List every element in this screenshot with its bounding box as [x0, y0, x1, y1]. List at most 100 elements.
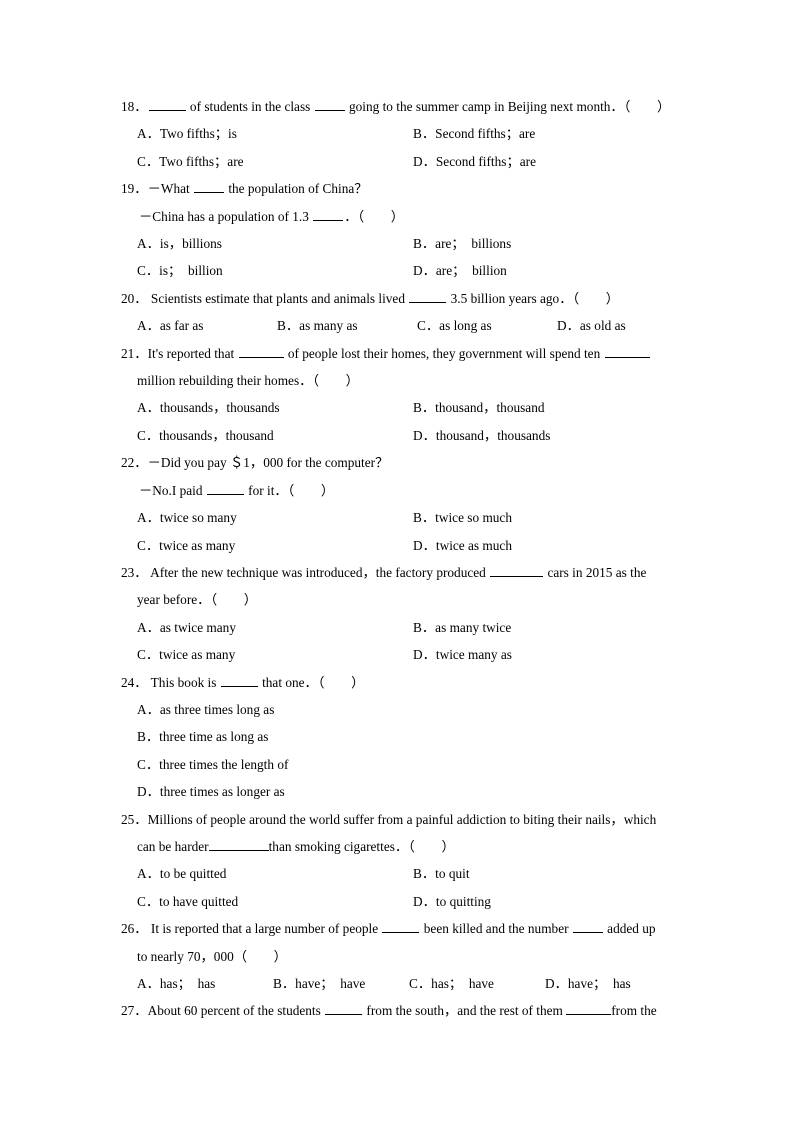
question-19-options-row-1: A．is，billions B．are； billions [121, 230, 682, 257]
option-label: C． [137, 537, 160, 553]
option-26-b[interactable]: B．have； have [273, 970, 409, 997]
option-text: as many as [299, 318, 358, 334]
option-text: twice so much [435, 510, 512, 526]
option-label: A． [137, 510, 160, 526]
blank-field[interactable] [206, 481, 244, 495]
question-24-stem: 24． This book is that one．（ ） [121, 669, 682, 696]
option-text: Second fifths；are [435, 126, 536, 142]
option-21-b[interactable]: B．thousand，thousand [413, 394, 545, 421]
question-22-options-row-1: A．twice so many B．twice so much [121, 504, 682, 531]
option-20-c[interactable]: C．as long as [417, 312, 557, 339]
answer-parenthesis[interactable]: （ ） [318, 675, 365, 690]
question-24-number: 24． [121, 674, 148, 690]
option-24-d[interactable]: D．three times as longer as [121, 778, 682, 805]
option-label: D． [137, 784, 160, 800]
option-18-b[interactable]: B．Second fifths；are [413, 120, 535, 147]
blank-field[interactable] [208, 838, 269, 851]
option-19-a[interactable]: A．is，billions [137, 230, 413, 257]
option-25-a[interactable]: A．to be quitted [137, 860, 413, 887]
option-text: has； have [431, 976, 494, 991]
answer-parenthesis[interactable]: （ ） [358, 209, 405, 224]
question-26-stem: 26． It is reported that a large number o… [121, 915, 682, 942]
option-24-b[interactable]: B．three time as long as [121, 723, 682, 750]
option-18-c[interactable]: C．Two fifths；are [137, 148, 413, 175]
question-22: 22．－Did you pay ＄1，000 for the computer？… [121, 449, 682, 559]
option-19-d[interactable]: D．are； billion [413, 257, 507, 284]
question-20-stem: 20． Scientists estimate that plants and … [121, 285, 682, 312]
option-text: thousands，thousands [159, 400, 280, 416]
blank-field[interactable] [572, 920, 603, 934]
stem-text: Millions of people around the world suff… [147, 811, 657, 827]
stem-text: After the new technique was introduced，t… [147, 564, 490, 580]
option-23-c[interactable]: C．twice as many [137, 641, 413, 668]
answer-parenthesis[interactable]: （ ） [408, 839, 455, 854]
option-text: is； billion [159, 263, 223, 279]
option-text: are； billion [435, 263, 507, 279]
blank-field[interactable] [194, 180, 225, 194]
question-25: 25．Millions of people around the world s… [121, 806, 682, 916]
blank-field[interactable] [313, 207, 344, 221]
answer-parenthesis[interactable]: （ ） [210, 592, 257, 607]
blank-field[interactable] [220, 673, 258, 687]
stem-text: Scientists estimate that plants and anim… [147, 290, 409, 306]
option-text: as twice many [159, 619, 236, 635]
option-label: D． [413, 263, 436, 279]
question-19-number: 19． [121, 181, 148, 197]
option-22-d[interactable]: D．twice as much [413, 532, 512, 559]
question-25-stem: 25．Millions of people around the world s… [121, 806, 682, 833]
option-text: twice so many [159, 510, 237, 526]
stem-text: to nearly 70，000 [137, 948, 234, 964]
option-20-b[interactable]: B．as many as [277, 312, 417, 339]
option-23-a[interactable]: A．as twice many [137, 614, 413, 641]
option-23-b[interactable]: B．as many twice [413, 614, 511, 641]
option-25-b[interactable]: B．to quit [413, 860, 470, 887]
option-24-a[interactable]: A．as three times long as [121, 696, 682, 723]
option-label: C． [137, 647, 160, 663]
option-25-c[interactable]: C．to have quitted [137, 888, 413, 915]
option-21-a[interactable]: A．thousands，thousands [137, 394, 413, 421]
option-19-c[interactable]: C．is； billion [137, 257, 413, 284]
blank-field[interactable] [314, 98, 345, 111]
option-25-d[interactable]: D．to quitting [413, 888, 491, 915]
answer-parenthesis[interactable]: （ ） [288, 483, 335, 498]
answer-parenthesis[interactable]: （ ） [312, 373, 359, 388]
option-21-c[interactable]: C．thousands，thousand [137, 422, 413, 449]
question-26: 26． It is reported that a large number o… [121, 915, 682, 997]
blank-field[interactable] [566, 1002, 612, 1016]
option-22-c[interactable]: C．twice as many [137, 532, 413, 559]
stem-text: that one． [258, 674, 318, 690]
question-18-options-row-1: A．Two fifths；is B．Second fifths；are [121, 120, 682, 147]
option-label: A． [137, 400, 160, 416]
stem-text: About 60 percent of the students [147, 1003, 325, 1019]
option-26-a[interactable]: A．has； has [137, 970, 273, 997]
answer-parenthesis[interactable]: （ ） [234, 949, 287, 964]
blank-field[interactable] [325, 1002, 363, 1016]
stem-text: going to the summer camp in Beijing next… [345, 99, 624, 114]
option-22-a[interactable]: A．twice so many [137, 504, 413, 531]
option-label: B． [413, 236, 436, 252]
option-text: are； billions [435, 236, 512, 252]
answer-parenthesis[interactable]: （ ） [573, 291, 620, 306]
option-18-a[interactable]: A．Two fifths；is [137, 120, 413, 147]
option-text: twice as many [159, 537, 236, 553]
blank-field[interactable] [238, 344, 284, 358]
option-label: D． [413, 537, 436, 553]
option-20-d[interactable]: D．as old as [557, 312, 626, 339]
option-26-c[interactable]: C．has； have [409, 970, 545, 997]
question-21-options-row-1: A．thousands，thousands B．thousand，thousan… [121, 394, 682, 421]
blank-field[interactable] [382, 920, 420, 934]
option-22-b[interactable]: B．twice so much [413, 504, 512, 531]
option-24-c[interactable]: C．three times the length of [121, 751, 682, 778]
option-18-d[interactable]: D．Second fifths；are [413, 148, 536, 175]
option-21-d[interactable]: D．thousand，thousands [413, 422, 550, 449]
blank-field[interactable] [604, 344, 650, 358]
answer-parenthesis[interactable]: （ ） [624, 99, 671, 114]
option-20-a[interactable]: A．as far as [137, 312, 277, 339]
blank-field[interactable] [409, 290, 447, 303]
option-23-d[interactable]: D．twice many as [413, 641, 512, 668]
blank-field[interactable] [490, 564, 544, 577]
option-26-d[interactable]: D．have； has [545, 970, 631, 997]
option-text: to quitting [435, 893, 491, 909]
blank-field[interactable] [148, 98, 186, 111]
option-19-b[interactable]: B．are； billions [413, 230, 511, 257]
